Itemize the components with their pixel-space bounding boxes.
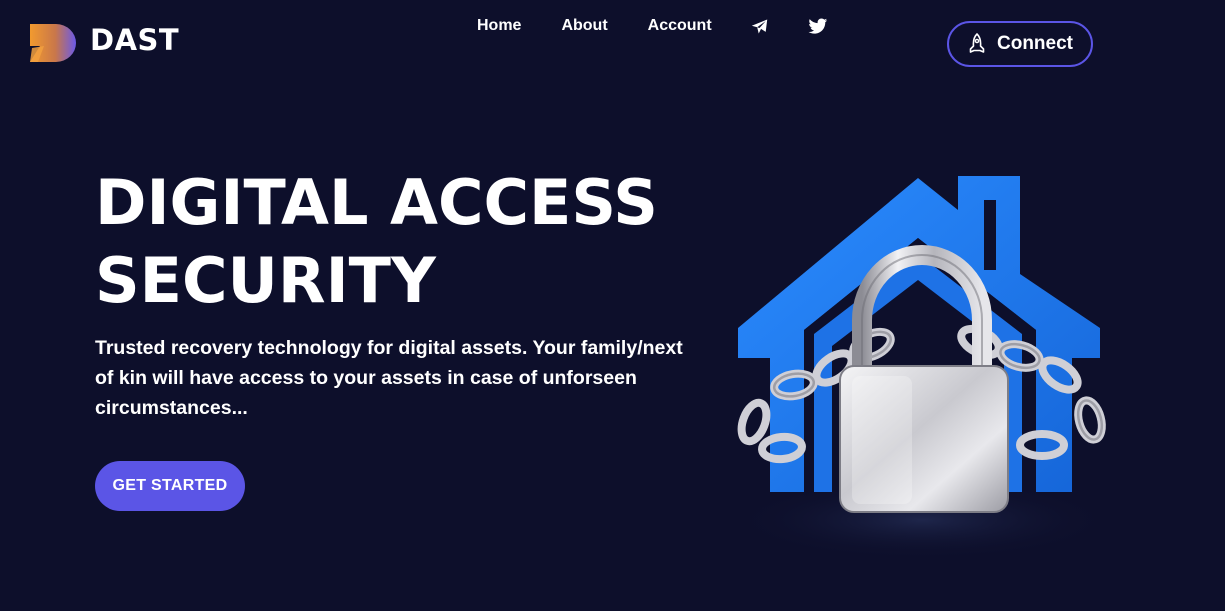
main-nav: Home About Account	[477, 16, 828, 36]
rocket-icon	[969, 33, 985, 53]
brand-logo[interactable]: DAST	[28, 22, 179, 64]
hero-title-line1: DIGITAL ACCESS	[95, 166, 658, 239]
hero-title: DIGITAL ACCESS SECURITY	[95, 164, 735, 320]
dast-logo-icon	[30, 24, 76, 62]
telegram-icon[interactable]	[750, 16, 770, 36]
twitter-icon[interactable]	[808, 16, 828, 36]
get-started-button[interactable]: GET STARTED	[95, 461, 245, 511]
hero-title-line2: SECURITY	[95, 244, 436, 317]
nav-about-link[interactable]: About	[561, 17, 607, 35]
hero-description: Trusted recovery technology for digital …	[95, 337, 683, 419]
connect-button[interactable]: Connect	[947, 21, 1093, 67]
connect-label: Connect	[997, 33, 1073, 54]
nav-home-link[interactable]: Home	[477, 17, 521, 35]
house-padlock-chain-illustration	[732, 176, 1112, 560]
brand-name: DAST	[90, 23, 180, 57]
nav-account-link[interactable]: Account	[648, 17, 712, 35]
